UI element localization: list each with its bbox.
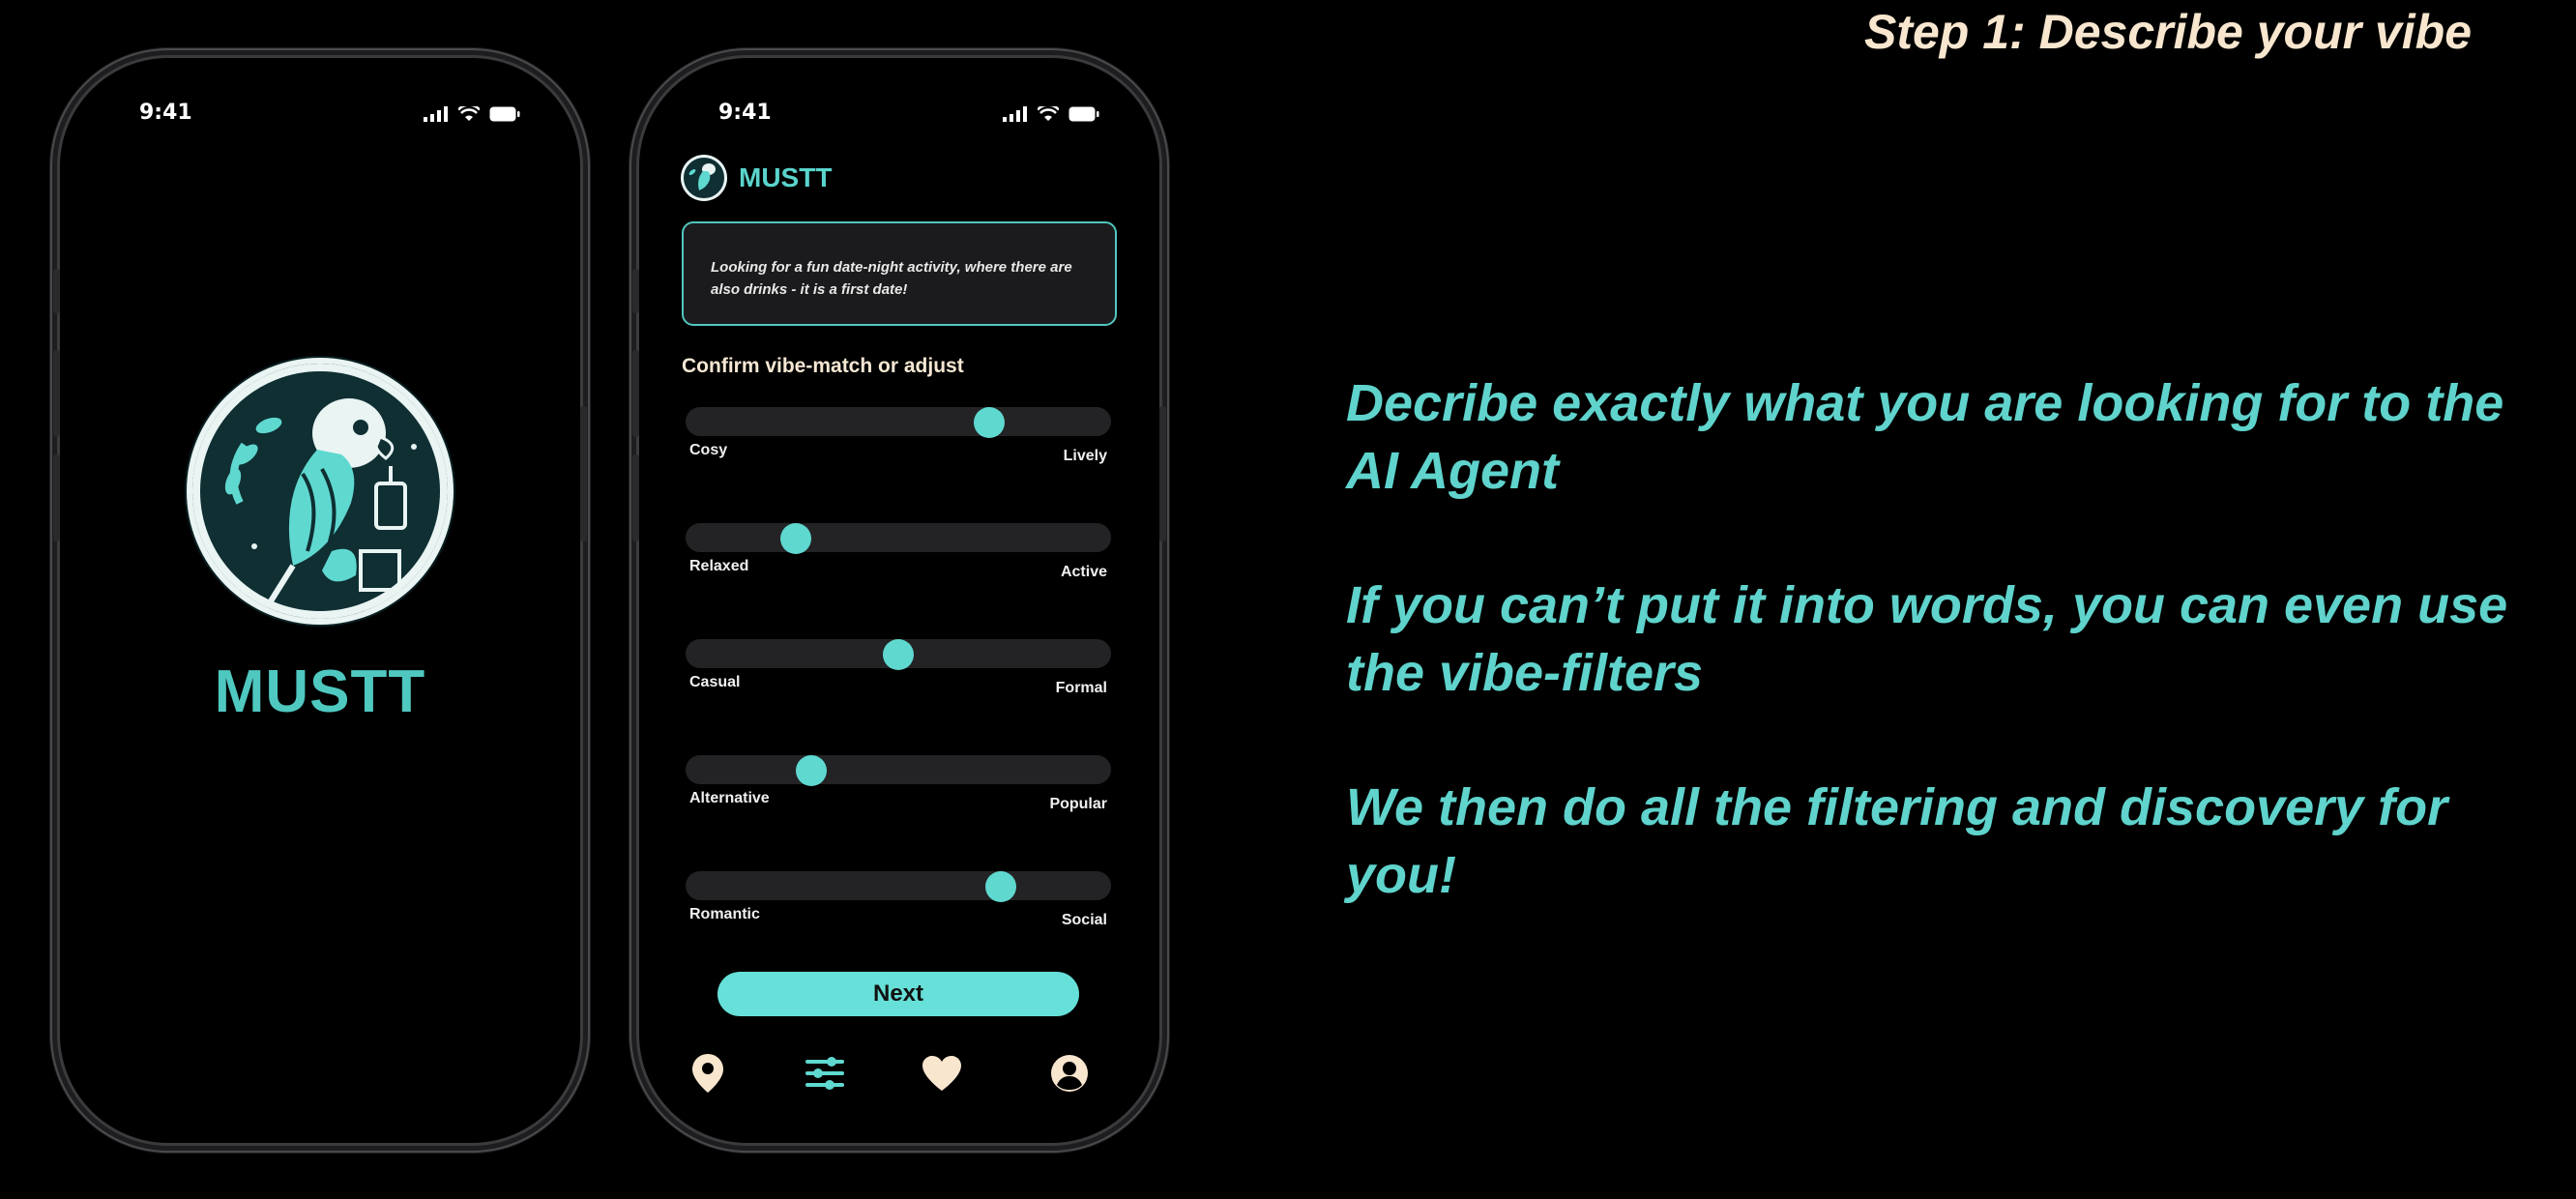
- slider-right-label: Popular: [1049, 796, 1107, 812]
- phone-splash: 9:41 MUSTT: [60, 58, 580, 1143]
- slider-thumb[interactable]: [973, 407, 1005, 438]
- mustt-logo-icon[interactable]: [681, 155, 727, 201]
- status-icons: [1003, 106, 1099, 122]
- bottom-tab-bar: [639, 1052, 1159, 1100]
- tab-filters[interactable]: [804, 1052, 846, 1095]
- slider-track[interactable]: [686, 523, 1111, 552]
- heart-icon: [922, 1056, 961, 1091]
- app-header: MUSTT: [681, 155, 832, 201]
- description-paragraph-3: We then do all the filtering and discove…: [1346, 778, 2448, 904]
- location-pin-icon: [692, 1054, 723, 1093]
- tab-location[interactable]: [687, 1052, 729, 1095]
- mustt-parrot-logo: [187, 358, 454, 625]
- step-headline: Step 1: Describe your vibe: [1864, 5, 2473, 59]
- slider-right-label: Social: [1061, 912, 1107, 928]
- slider-track[interactable]: [686, 755, 1111, 784]
- filters-icon: [805, 1057, 844, 1090]
- battery-icon: [1068, 106, 1099, 122]
- status-time: 9:41: [718, 101, 772, 125]
- description-paragraph-2: If you can’t put it into words, you can …: [1346, 576, 2508, 702]
- slider-thumb[interactable]: [985, 871, 1017, 902]
- phone-mute-switch: [632, 269, 639, 313]
- slider-left-label: Casual: [689, 674, 741, 690]
- status-bar: 9:41: [639, 101, 1159, 139]
- vibe-slider-cosy-lively[interactable]: Cosy Lively: [686, 407, 1111, 465]
- splash-app-name: MUSTT: [214, 658, 426, 725]
- slider-thumb[interactable]: [796, 755, 828, 786]
- cellular-signal-icon: [1003, 106, 1027, 122]
- phone-volume-down: [53, 454, 60, 541]
- slider-right-label: Active: [1060, 564, 1107, 580]
- phone-vibe-screen: 9:41 MUSTT Looking for a fun date-night …: [639, 58, 1159, 1143]
- vibe-query-text: Looking for a fun date-night activity, w…: [711, 259, 1072, 298]
- vibe-slider-alternative-popular[interactable]: Alternative Popular: [686, 755, 1111, 813]
- slider-track[interactable]: [686, 871, 1111, 900]
- vibe-slider-casual-formal[interactable]: Casual Formal: [686, 639, 1111, 697]
- wifi-icon: [1038, 106, 1059, 121]
- phone-power-button: [580, 406, 587, 541]
- phone-volume-down: [632, 454, 639, 541]
- vibe-slider-romantic-social[interactable]: Romantic Social: [686, 871, 1111, 929]
- vibe-slider-relaxed-active[interactable]: Relaxed Active: [686, 523, 1111, 581]
- slider-track[interactable]: [686, 407, 1111, 436]
- slider-left-label: Alternative: [689, 790, 770, 806]
- next-button[interactable]: Next: [717, 972, 1079, 1016]
- slider-thumb[interactable]: [779, 523, 811, 554]
- cellular-signal-icon: [424, 106, 448, 122]
- slider-right-label: Formal: [1055, 680, 1107, 696]
- phone-power-button: [1159, 406, 1166, 541]
- slider-thumb[interactable]: [883, 639, 914, 670]
- battery-icon: [489, 106, 520, 122]
- phone-volume-up: [53, 350, 60, 437]
- status-time: 9:41: [139, 101, 192, 125]
- slider-right-label: Lively: [1063, 448, 1107, 464]
- phone-mute-switch: [53, 269, 60, 313]
- phone-volume-up: [632, 350, 639, 437]
- tab-profile[interactable]: [1048, 1052, 1091, 1095]
- profile-icon: [1051, 1055, 1088, 1092]
- vibe-query-input[interactable]: Looking for a fun date-night activity, w…: [682, 221, 1117, 326]
- tab-favorites[interactable]: [921, 1052, 963, 1095]
- slider-left-label: Cosy: [689, 442, 728, 458]
- slider-left-label: Relaxed: [689, 558, 749, 574]
- app-name: MUSTT: [739, 162, 833, 192]
- status-icons: [424, 106, 520, 122]
- section-title: Confirm vibe-match or adjust: [682, 355, 964, 377]
- description-paragraph-1: Decribe exactly what you are looking for…: [1346, 374, 2504, 500]
- wifi-icon: [458, 106, 480, 121]
- slider-left-label: Romantic: [689, 906, 760, 922]
- status-bar: 9:41: [60, 101, 580, 139]
